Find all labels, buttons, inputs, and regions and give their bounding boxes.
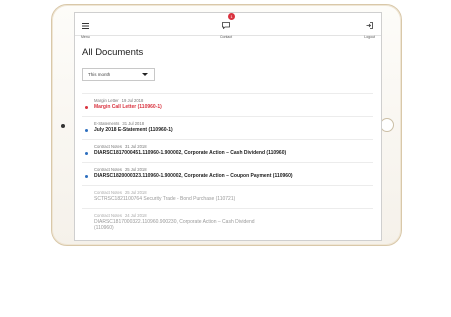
unread-dot-icon: [85, 175, 88, 178]
document-title[interactable]: July 2018 E-Statement (110960-1): [94, 127, 373, 133]
contact-label: Contact: [220, 35, 233, 39]
hamburger-icon: [81, 23, 89, 29]
document-title[interactable]: DIARSC1817000322.110960.900230, Corporat…: [94, 219, 264, 231]
chat-icon: [222, 22, 230, 30]
notification-badge: 1: [228, 13, 236, 20]
document-item[interactable]: E-Statements 31 Jul 2018 July 2018 E-Stat…: [82, 116, 373, 139]
document-date: 25 Jul 2018: [124, 167, 147, 172]
page-title: All Documents: [82, 47, 144, 58]
document-title[interactable]: SCTRSC1821100764 Security Trade - Bond P…: [94, 196, 373, 202]
home-button[interactable]: [380, 118, 394, 132]
document-category: Margin Letter: [94, 98, 119, 103]
document-date: 31 Jul 2018: [122, 121, 145, 126]
document-list: Margin Letter 19 Jul 2018 Margin Call Let…: [82, 93, 373, 234]
document-category: Contract Notes: [94, 167, 122, 172]
period-filter-value: This month: [88, 72, 111, 77]
document-date: 31 Jul 2018: [124, 144, 147, 149]
logout-icon: [366, 22, 374, 29]
camera-icon: [61, 124, 65, 128]
document-item[interactable]: Contract Notes 24 Jul 2018 DIARSC18170003…: [82, 208, 373, 234]
document-category: E-Statements: [94, 121, 120, 126]
chevron-down-icon: [142, 73, 148, 76]
document-title[interactable]: Margin Call Letter (110960-1): [94, 104, 373, 110]
document-item[interactable]: Contract Notes 25 Jul 2018 DIARSC18200003…: [82, 162, 373, 185]
document-item[interactable]: Contract Notes 31 Jul 2018 DIARSC18170004…: [82, 139, 373, 162]
contact-button[interactable]: 1 Contact: [220, 13, 236, 39]
document-title[interactable]: DIARSC1820000323.110960-1.900002, Corpor…: [94, 173, 373, 179]
unread-dot-icon: [85, 129, 88, 132]
document-date: 24 Jul 2018: [124, 213, 147, 218]
logout-label: Logout: [364, 35, 375, 39]
document-item[interactable]: Contract Notes 25 Jul 2018 SCTRSC18211007…: [82, 185, 373, 208]
period-filter-select[interactable]: This month: [82, 68, 155, 81]
menu-label: Menu: [81, 35, 90, 39]
document-category: Contract Notes: [94, 144, 122, 149]
document-item[interactable]: Margin Letter 19 Jul 2018 Margin Call Let…: [82, 93, 373, 116]
document-date: 19 Jul 2018: [121, 98, 144, 103]
tablet-frame: Menu 1 Contact Logout All Documents This…: [51, 4, 402, 246]
unread-dot-icon: [85, 106, 88, 109]
document-date: 25 Jul 2018: [124, 190, 147, 195]
logout-button[interactable]: Logout: [364, 16, 375, 39]
menu-button[interactable]: Menu: [81, 16, 90, 39]
app-screen: Menu 1 Contact Logout All Documents This…: [74, 12, 382, 241]
document-category: Contract Notes: [94, 190, 122, 195]
document-title[interactable]: DIARSC1817000451.110960-1.900002, Corpor…: [94, 150, 373, 156]
top-bar: Menu 1 Contact Logout: [75, 13, 381, 39]
unread-dot-icon: [85, 152, 88, 155]
document-category: Contract Notes: [94, 213, 122, 218]
